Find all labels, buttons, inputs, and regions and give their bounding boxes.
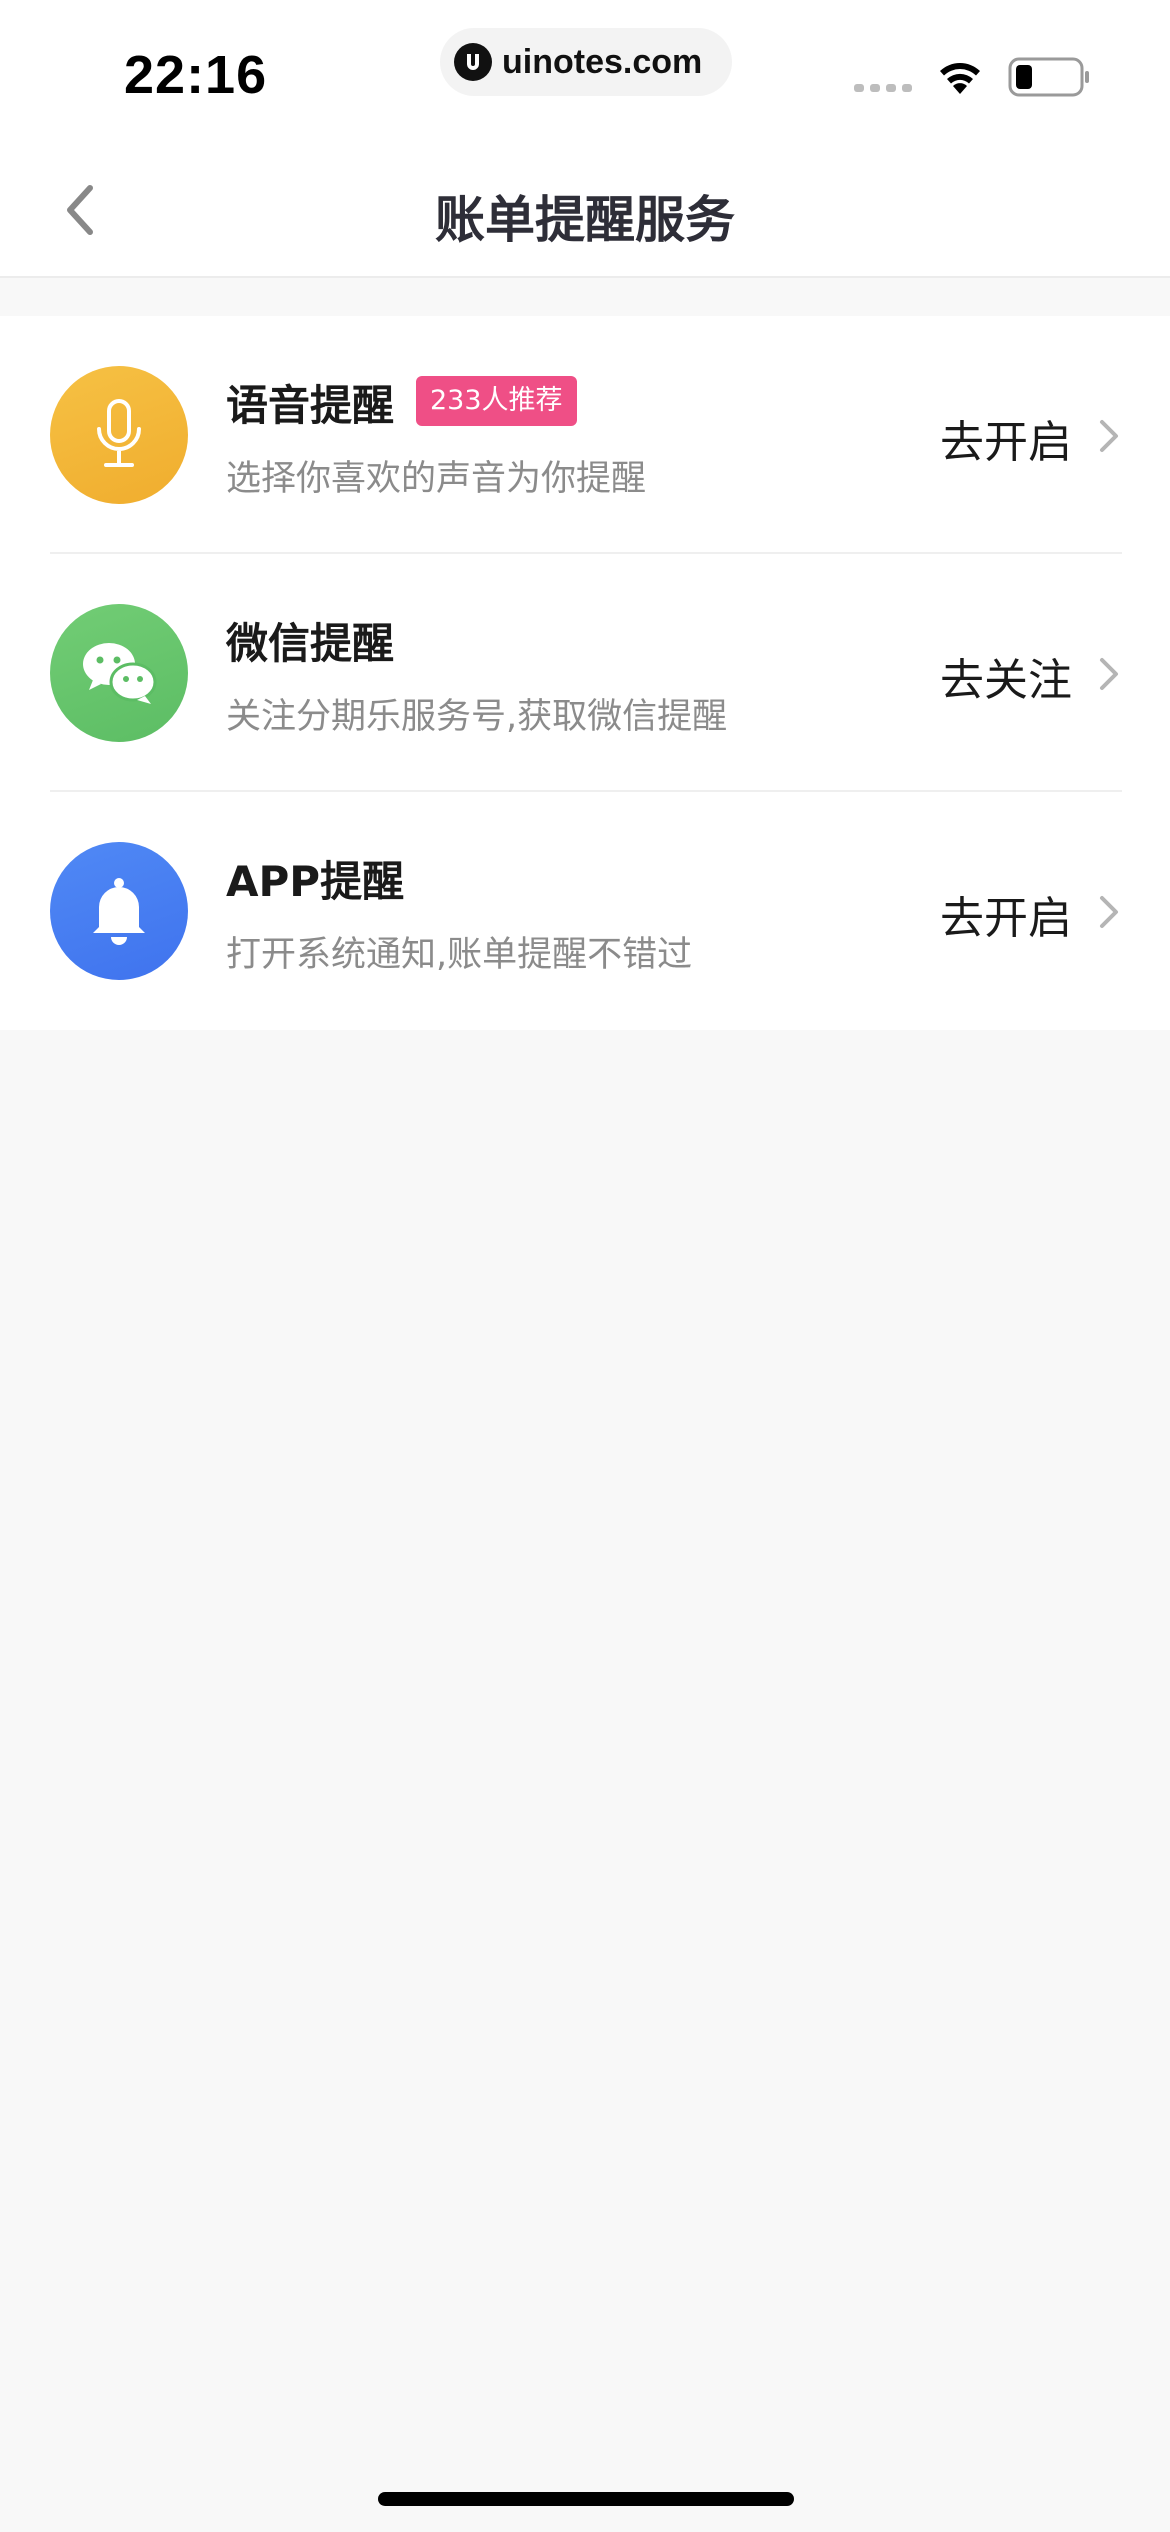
url-pill[interactable]: uinotes.com bbox=[440, 28, 732, 96]
cellular-signal-icon bbox=[854, 84, 912, 92]
chevron-right-icon bbox=[1100, 896, 1118, 928]
navigation-bar: 账单提醒服务 bbox=[0, 140, 1170, 278]
status-time: 22:16 bbox=[124, 45, 268, 105]
url-text: uinotes.com bbox=[502, 42, 703, 81]
item-title: APP提醒 bbox=[226, 857, 405, 906]
site-logo-icon bbox=[454, 43, 492, 81]
list-item-wechat-reminder[interactable]: 微信提醒 关注分期乐服务号,获取微信提醒 去关注 bbox=[0, 554, 1170, 792]
enable-voice-button[interactable]: 去开启 bbox=[940, 406, 1072, 470]
page-title: 账单提醒服务 bbox=[435, 191, 735, 249]
follow-wechat-button[interactable]: 去关注 bbox=[940, 644, 1072, 708]
wechat-icon bbox=[50, 604, 188, 742]
chevron-right-icon bbox=[1100, 420, 1118, 452]
home-indicator[interactable] bbox=[378, 2492, 794, 2506]
chevron-right-icon bbox=[1100, 658, 1118, 690]
item-subtitle: 打开系统通知,账单提醒不错过 bbox=[226, 935, 693, 975]
enable-app-notification-button[interactable]: 去开启 bbox=[940, 882, 1072, 946]
item-title: 语音提醒 bbox=[226, 381, 395, 430]
item-subtitle: 选择你喜欢的声音为你提醒 bbox=[226, 459, 647, 499]
reminder-list: 语音提醒 233人推荐 选择你喜欢的声音为你提醒 去开启 微信提醒 关注分期乐服… bbox=[0, 316, 1170, 1030]
bell-icon bbox=[50, 842, 188, 980]
item-title: 微信提醒 bbox=[226, 619, 395, 668]
list-item-voice-reminder[interactable]: 语音提醒 233人推荐 选择你喜欢的声音为你提醒 去开启 bbox=[0, 316, 1170, 554]
microphone-icon bbox=[50, 366, 188, 504]
list-item-app-reminder[interactable]: APP提醒 打开系统通知,账单提醒不错过 去开启 bbox=[0, 792, 1170, 1030]
item-subtitle: 关注分期乐服务号,获取微信提醒 bbox=[226, 697, 728, 737]
wifi-icon bbox=[940, 63, 980, 94]
recommend-badge: 233人推荐 bbox=[416, 376, 577, 426]
battery-icon bbox=[1008, 57, 1089, 97]
status-bar: 22:16 uinotes.com bbox=[0, 0, 1170, 140]
